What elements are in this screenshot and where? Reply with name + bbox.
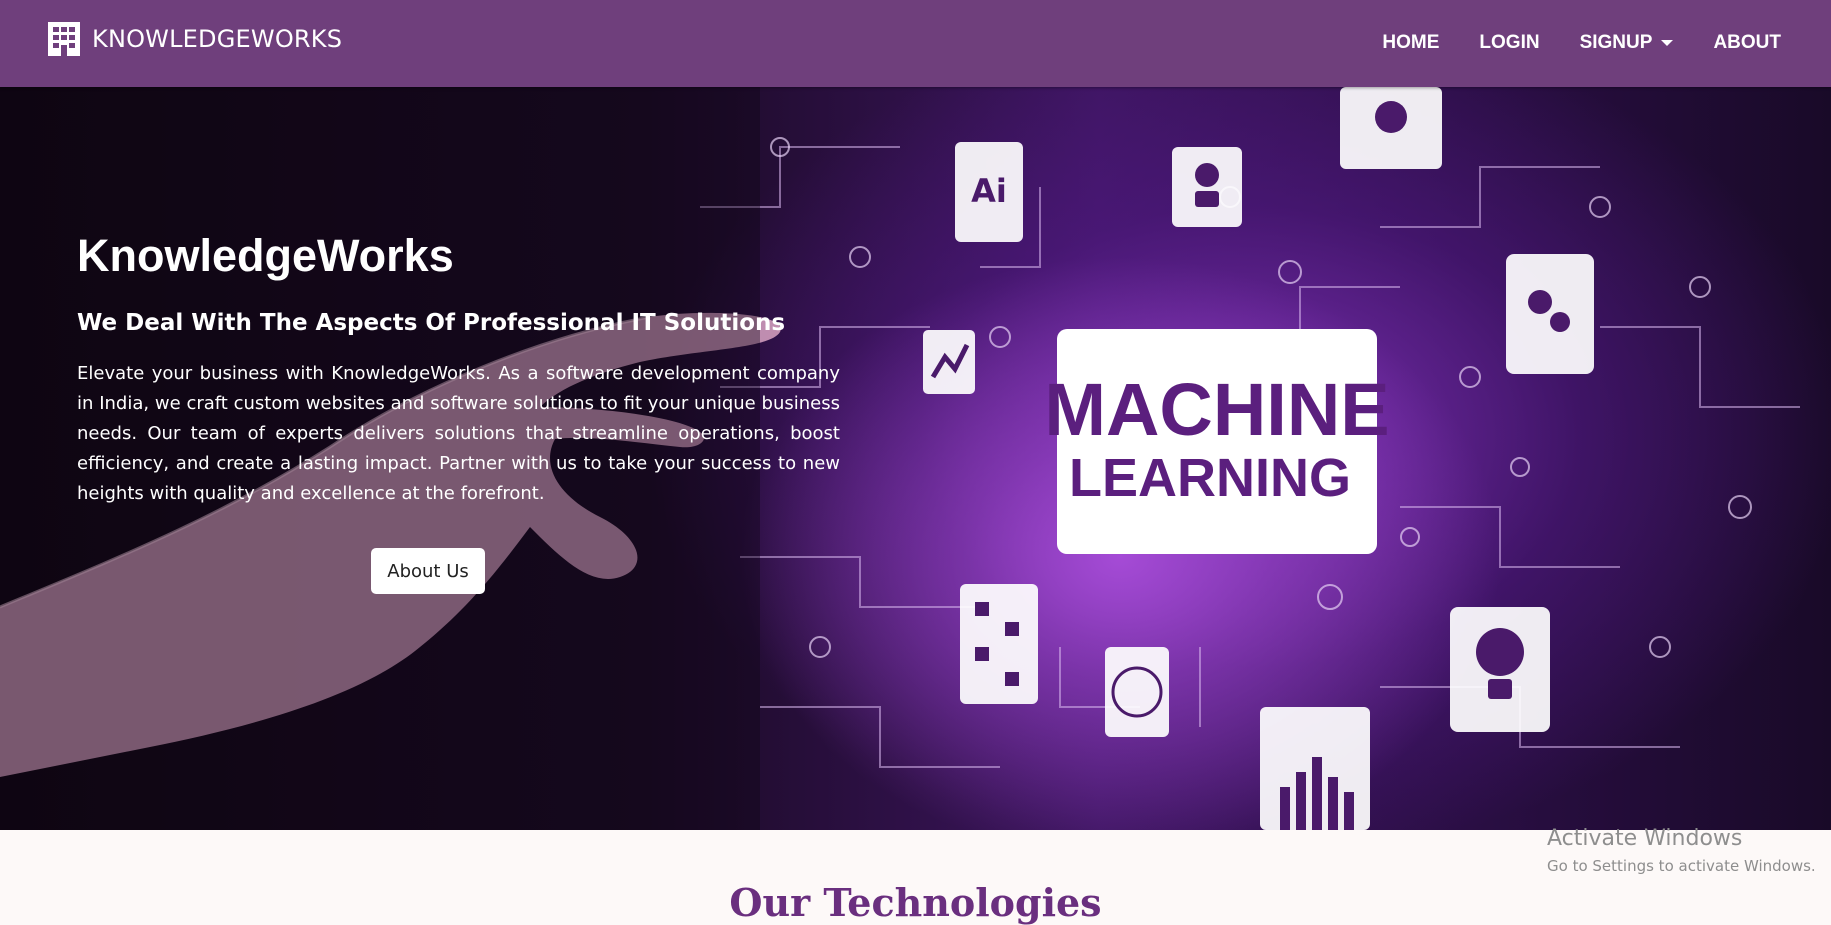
hero-title: KnowledgeWorks — [77, 230, 454, 281]
activate-windows-watermark: Activate Windows Go to Settings to activ… — [1547, 826, 1816, 875]
svg-text:Ai: Ai — [971, 172, 1007, 210]
nav-signup-dropdown[interactable]: SIGNUP — [1580, 32, 1674, 54]
brand-link[interactable]: KNOWLEDGEWORKS — [45, 21, 342, 57]
nav-about-link[interactable]: ABOUT — [1713, 32, 1781, 54]
activate-windows-subtitle: Go to Settings to activate Windows. — [1547, 857, 1816, 875]
technologies-heading: Our Technologies — [729, 880, 1102, 925]
nav-home-link[interactable]: HOME — [1382, 32, 1439, 54]
svg-text:LEARNING: LEARNING — [1069, 448, 1351, 508]
about-us-button[interactable]: About Us — [371, 548, 485, 594]
hero-subtitle: We Deal With The Aspects Of Professional… — [77, 310, 786, 336]
nav-menu: HOME LOGIN SIGNUP ABOUT — [1342, 32, 1781, 54]
svg-text:MACHINE: MACHINE — [1044, 368, 1389, 451]
nav-signup-label: SIGNUP — [1579, 32, 1653, 53]
caret-down-icon — [1661, 40, 1674, 46]
hero-description: Elevate your business with KnowledgeWork… — [77, 363, 840, 504]
building-icon — [48, 22, 80, 56]
navbar: KNOWLEDGEWORKS HOME LOGIN SIGNUP ABOUT — [0, 0, 1831, 87]
nav-login-link[interactable]: LOGIN — [1479, 32, 1539, 54]
hero-section: Ai MACHINE LEARNING KnowledgeWorks We De… — [0, 87, 1831, 830]
activate-windows-title: Activate Windows — [1547, 826, 1743, 851]
brand-name: KNOWLEDGEWORKS — [92, 25, 343, 53]
